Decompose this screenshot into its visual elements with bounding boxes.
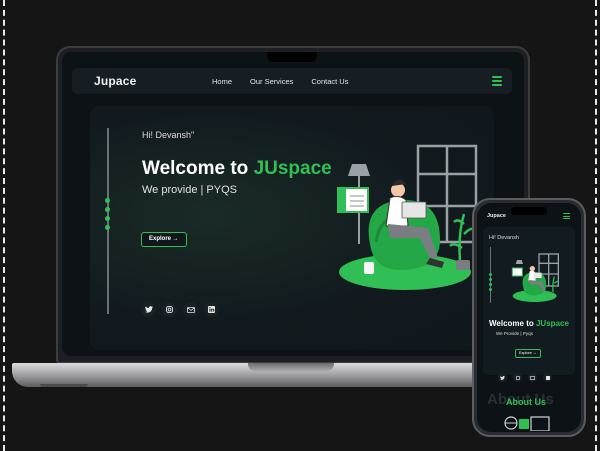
about-us-heading: About Us: [506, 397, 546, 407]
brand-logo[interactable]: Jupace: [94, 74, 137, 88]
nav-contact-us[interactable]: Contact Us: [311, 77, 348, 86]
phone-hero-tagline: We Provide | Pyqs: [496, 331, 533, 336]
phone-social-links: [498, 373, 552, 382]
phone-brand-logo[interactable]: Jupace: [487, 213, 506, 219]
instagram-icon[interactable]: [162, 302, 177, 317]
frame-border-right: [595, 0, 597, 451]
phone-explore-button[interactable]: Explore →: [515, 349, 541, 358]
hamburger-menu-icon[interactable]: [492, 76, 502, 88]
hero-tagline: We provide | PYQS: [142, 184, 237, 196]
nav-home[interactable]: Home: [212, 77, 232, 86]
hero-illustration: [337, 144, 478, 290]
laptop-groove: [248, 363, 334, 371]
frame-border-left: [3, 0, 5, 451]
twitter-icon[interactable]: [141, 302, 156, 317]
phone-hero-illustration: [511, 253, 559, 302]
phone-hamburger-icon[interactable]: [563, 213, 570, 221]
nav-our-services[interactable]: Our Services: [250, 77, 293, 86]
hero-title: Welcome to JUspace: [142, 158, 332, 179]
phone-dynamic-island: [511, 207, 547, 215]
phone-hero-title: Welcome to JUspace: [489, 319, 569, 328]
hero-dot-indicator: [105, 198, 110, 234]
nav-menu: Home Our Services Contact Us: [212, 77, 348, 86]
phone-greeting-text: Hi! Devansh: [489, 235, 519, 241]
linkedin-icon[interactable]: [204, 302, 219, 317]
greeting-text: Hi! Devanshʺ: [142, 130, 195, 140]
navbar: Jupace Home Our Services Contact Us: [72, 68, 512, 94]
phone-mail-icon[interactable]: [528, 373, 537, 382]
about-us-illustration: [504, 416, 550, 431]
explore-button[interactable]: Explore →: [141, 232, 187, 247]
phone-hero-title-accent: JUspace: [535, 319, 569, 328]
laptop-foot-left: [40, 384, 88, 387]
laptop-screen: Jupace Home Our Services Contact Us Hi! …: [62, 52, 524, 356]
social-links: [141, 302, 219, 317]
phone-linkedin-icon[interactable]: [543, 373, 552, 382]
mail-icon[interactable]: [183, 302, 198, 317]
phone-instagram-icon[interactable]: [513, 373, 522, 382]
phone-dot-indicator: [489, 273, 492, 293]
hero-section: Hi! Devanshʺ Welcome to JUspace We provi…: [90, 106, 494, 350]
phone-screen: Jupace Hi! Devansh Welcome to JUspace We…: [477, 203, 581, 432]
phone-twitter-icon[interactable]: [498, 373, 507, 382]
laptop-camera-notch: [267, 52, 317, 62]
